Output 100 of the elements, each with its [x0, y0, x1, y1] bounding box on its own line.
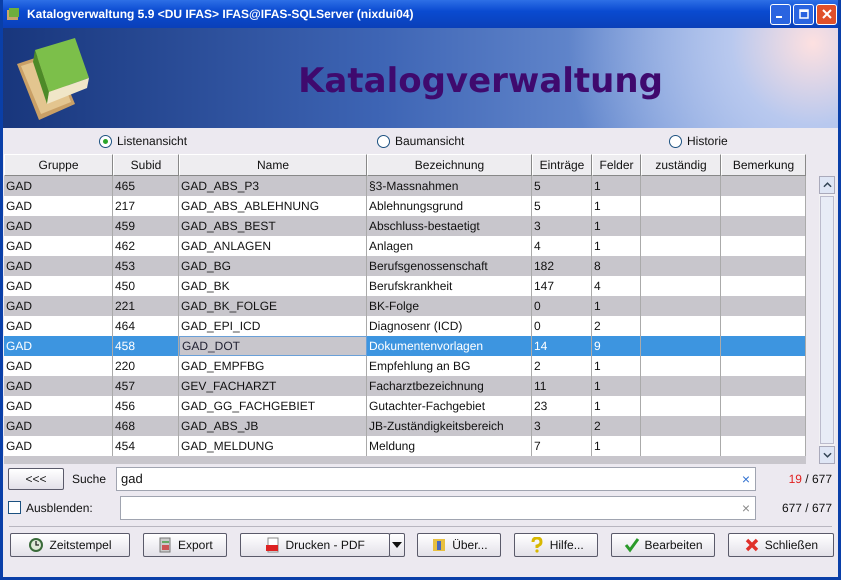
action-button[interactable]: Bearbeiten: [611, 533, 716, 557]
table-cell: GAD: [6, 259, 32, 273]
table-cell: 182: [534, 259, 554, 273]
book-icon: [5, 6, 21, 22]
table-cell: 457: [115, 379, 136, 393]
clock-icon: [28, 537, 44, 553]
pdf-icon: [264, 537, 280, 553]
export-icon: [157, 537, 173, 553]
table-cell: 11: [534, 379, 546, 393]
table-cell: 0: [534, 319, 541, 333]
column-header[interactable]: Bemerkung: [721, 154, 806, 176]
table-cell: 454: [115, 439, 136, 453]
table-cell: Facharztbezeichnung: [369, 379, 484, 393]
table-cell: 1: [594, 379, 601, 393]
table-cell: 464: [115, 319, 136, 333]
table-cell: 9: [594, 339, 601, 353]
table-row[interactable]: GAD 462 GAD_ANLAGEN Anlagen 4 1: [4, 236, 806, 256]
table-row[interactable]: GAD 217 GAD_ABS_ABLEHNUNG Ablehnungsgrund 5 1: [4, 196, 806, 216]
close-button[interactable]: [816, 4, 837, 24]
minimize-icon: [776, 16, 782, 18]
table-cell: 3: [534, 419, 541, 433]
column-header[interactable]: Einträge: [532, 154, 592, 176]
table-cell: 1: [594, 359, 601, 373]
table-cell: GAD: [6, 199, 32, 213]
radio-dot[interactable]: [99, 134, 112, 148]
table-cell: Dokumentenvorlagen: [369, 339, 484, 353]
table-cell: GAD_ANLAGEN: [181, 239, 272, 253]
table-row[interactable]: GAD 465 GAD_ABS_P3 §3-Massnahmen 5 1: [4, 176, 806, 196]
clear-button[interactable]: ×: [737, 500, 755, 516]
table-row[interactable]: GAD 458 GAD_DOT Dokumentenvorlagen 14 9: [4, 336, 806, 356]
table-cell: 23: [534, 399, 548, 413]
table-cell: Empfehlung an BG: [369, 359, 470, 373]
table-row[interactable]: GAD 468 GAD_ABS_JB JB-Zuständigkeitsbereich 3 2: [4, 416, 806, 436]
table-row[interactable]: GAD 454 GAD_MELDUNG Meldung 7 1: [4, 436, 806, 456]
table-cell: 1: [594, 179, 601, 193]
action-button[interactable]: Drucken - PDF: [240, 533, 390, 557]
info-icon: [431, 537, 448, 553]
view-radio[interactable]: Baumansicht: [377, 134, 655, 148]
clear-button[interactable]: ×: [737, 470, 755, 486]
table-cell: Gutachter-Fachgebiet: [369, 399, 486, 413]
back-button[interactable]: <<<: [8, 468, 64, 490]
radio-dot[interactable]: [669, 134, 682, 148]
action-button[interactable]: Schließen: [728, 533, 834, 557]
column-header[interactable]: Felder: [592, 154, 641, 176]
view-radio[interactable]: Historie: [669, 134, 728, 148]
table-cell: GAD: [6, 239, 32, 253]
table-cell: Ablehnungsgrund: [369, 199, 464, 213]
column-header[interactable]: Gruppe: [4, 154, 113, 176]
table-cell: 8: [594, 259, 601, 273]
table-cell: GAD: [6, 439, 32, 453]
table-row[interactable]: GAD 456 GAD_GG_FACHGEBIET Gutachter-Fachgebiet 23 1: [4, 396, 806, 416]
table-cell: GAD: [6, 419, 32, 433]
action-button[interactable]: Über...: [417, 533, 502, 557]
radio-dot[interactable]: [377, 134, 390, 148]
table-cell: 468: [115, 419, 136, 433]
action-button[interactable]: Hilfe...: [514, 533, 598, 557]
table-row[interactable]: GAD 457 GEV_FACHARZT Facharztbezeichnung 11 1: [4, 376, 806, 396]
search-field[interactable]: gad ×: [116, 466, 756, 490]
table-cell: 7: [534, 439, 541, 453]
table-cell: §3-Massnahmen: [369, 179, 458, 193]
table-cell: Diagnosenr (ICD): [369, 319, 462, 333]
table-cell: GAD: [6, 339, 32, 353]
table-row[interactable]: GAD 450 GAD_BK Berufskrankheit 147 4: [4, 276, 806, 296]
table-cell: GAD_BK_FOLGE: [181, 299, 278, 313]
caret-icon: [392, 542, 402, 548]
table-cell: GAD_EMPFBG: [181, 359, 264, 373]
column-header[interactable]: Name: [179, 154, 367, 176]
view-radio[interactable]: Listenansicht: [99, 134, 377, 148]
dropdown-button[interactable]: [388, 533, 405, 557]
table-cell: 1: [594, 199, 601, 213]
table-row[interactable]: GAD 220 GAD_EMPFBG Empfehlung an BG 2 1: [4, 356, 806, 376]
table-row[interactable]: GAD 464 GAD_EPI_ICD Diagnosenr (ICD) 0 2: [4, 316, 806, 336]
table-cell: 147: [534, 279, 554, 293]
table-cell: BK-Folge: [369, 299, 420, 313]
table-cell: 1: [594, 299, 601, 313]
scrollbar[interactable]: [819, 176, 835, 464]
action-button[interactable]: Zeitstempel: [10, 533, 130, 557]
table-cell: Anlagen: [369, 239, 414, 253]
table-row[interactable]: GAD 221 GAD_BK_FOLGE BK-Folge 0 1: [4, 296, 806, 316]
column-header[interactable]: zuständig: [641, 154, 721, 176]
table-row[interactable]: GAD 453 GAD_BG Berufsgenossenschaft 182 8: [4, 256, 806, 276]
table-row[interactable]: GAD 459 GAD_ABS_BEST Abschluss-bestaetigt 3 1: [4, 216, 806, 236]
search-label: Suche: [72, 472, 108, 486]
action-button[interactable]: Export: [142, 533, 227, 557]
column-header[interactable]: Subid: [113, 154, 179, 176]
hide-checkbox[interactable]: Ausblenden:: [8, 500, 114, 514]
table-cell: 14: [534, 339, 548, 353]
table-cell: GAD: [6, 399, 32, 413]
maximize-button[interactable]: [793, 4, 814, 24]
table-cell: 456: [115, 399, 136, 413]
minimize-button[interactable]: [770, 4, 791, 24]
table-cell: 465: [115, 179, 136, 193]
table-cell: JB-Zuständigkeitsbereich: [369, 419, 504, 433]
column-header[interactable]: Bezeichnung: [367, 154, 532, 176]
filter-field[interactable]: ×: [120, 496, 756, 520]
table-cell: 4: [594, 279, 601, 293]
table-cell: 2: [594, 419, 601, 433]
close-icon: [822, 9, 832, 19]
table-cell: 458: [115, 339, 136, 353]
table-cell: 2: [534, 359, 541, 373]
